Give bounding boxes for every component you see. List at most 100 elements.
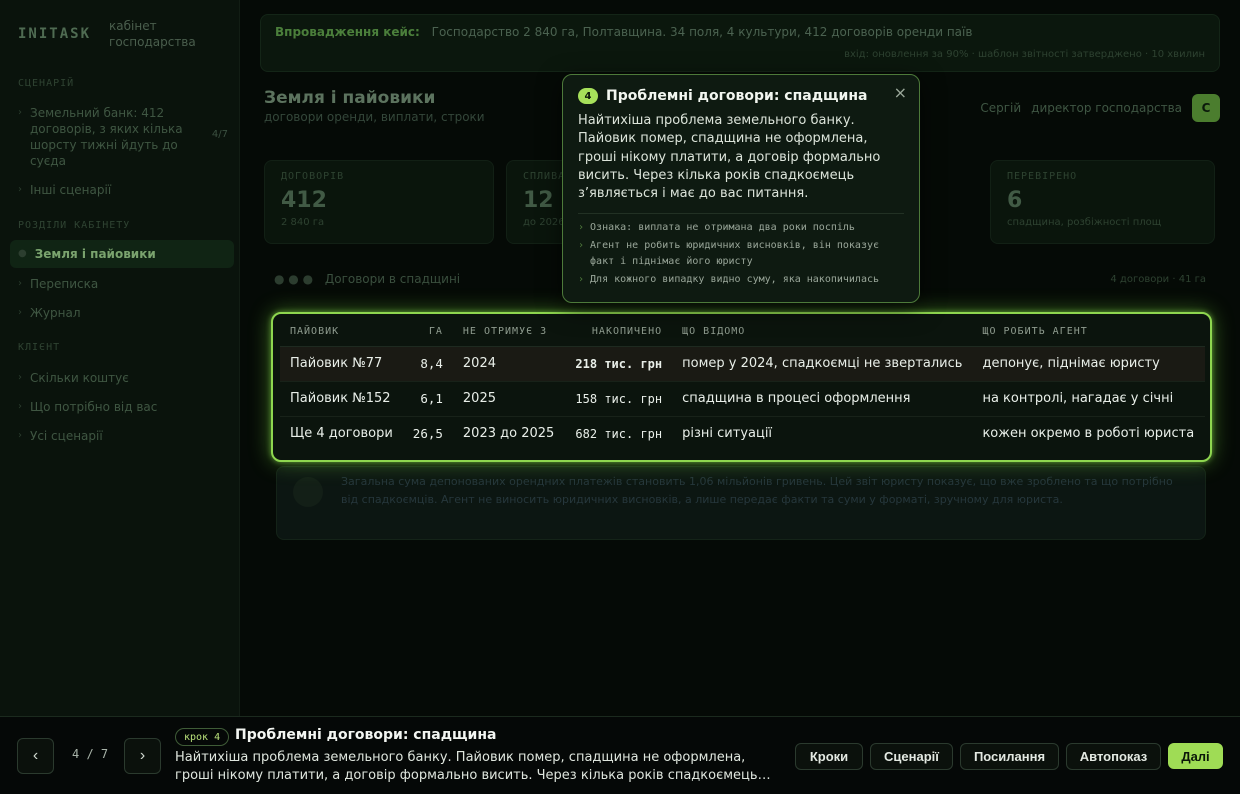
user-role: директор господарства bbox=[1031, 101, 1182, 115]
chevron-right-icon: › bbox=[18, 372, 22, 383]
cell-owner: Пайовик №77 bbox=[280, 346, 403, 382]
popover-bullet: › Ознака: виплата не отримана два роки п… bbox=[578, 220, 904, 236]
cell-ha: 6,1 bbox=[402, 381, 453, 417]
autoplay-button[interactable]: Автопоказ bbox=[1066, 743, 1161, 770]
cell-since: 2023 до 2025 bbox=[462, 426, 555, 442]
cell-ha: 26,5 bbox=[412, 426, 443, 442]
next-step-arrow-button[interactable]: › bbox=[124, 738, 161, 774]
logo: INITASK bbox=[18, 26, 92, 42]
stat-value: 412 bbox=[281, 188, 327, 213]
table-row[interactable]: Пайовик №152 6,1 2025 158 тис. грн спадщ… bbox=[280, 381, 1205, 417]
cell-accumulated: 218 тис. грн bbox=[564, 346, 673, 382]
cell-agent: на контролі, нагадає у січні bbox=[972, 381, 1205, 417]
chevron-right-icon: › bbox=[18, 401, 22, 412]
case-banner: Впровадження кейс: Господарство 2 840 га… bbox=[260, 14, 1220, 72]
stat-card-contracts: ДОГОВОРІВ 412 2 840 га bbox=[264, 160, 494, 244]
inheritance-contracts-table: ПАЙОВИК ГА НЕ ОТРИМУЄ З НАКОПИЧЕНО ЩО ВІ… bbox=[280, 318, 1205, 451]
cell-ha: 8,4 bbox=[402, 346, 453, 382]
sidebar-item-current-scenario[interactable]: › Земельний банк: 412 договорів, з яких … bbox=[18, 105, 228, 169]
popover-text: Найтихіша проблема земельного банку. Пай… bbox=[578, 113, 881, 202]
cell-owner: Пайовик №152 bbox=[280, 381, 403, 417]
cell-known: помер у 2024, спадкоємці не звертались bbox=[672, 346, 973, 382]
sidebar-item-label: Скільки коштує bbox=[30, 371, 129, 385]
chevron-right-icon: › bbox=[18, 107, 22, 118]
step-pill: крок 4 bbox=[175, 728, 230, 746]
table-row[interactable]: Ще 4 договори 26,5 2023 до 2025 682 тис.… bbox=[280, 416, 1205, 451]
stat-note: спадщина, розбіжності площ bbox=[1007, 217, 1162, 228]
column-header-agent: ЩО РОБИТЬ АГЕНТ bbox=[972, 318, 1205, 347]
column-header-known: ЩО ВІДОМО bbox=[672, 318, 973, 347]
popover-bullet: › Для кожного випадку видно суму, яка на… bbox=[578, 272, 904, 288]
sidebar-item-correspondence[interactable]: › Переписка bbox=[18, 276, 228, 292]
user-menu[interactable]: Сергій директор господарства С bbox=[980, 94, 1220, 122]
cell-known: спадщина в процесі оформлення bbox=[672, 381, 973, 417]
next-button[interactable]: Далі bbox=[1168, 743, 1223, 769]
steps-button[interactable]: Кроки bbox=[795, 743, 863, 770]
stat-value: 6 bbox=[1007, 188, 1023, 213]
stat-card-checked: ПЕРЕВІРЕНО 6 спадщина, розбіжності площ bbox=[990, 160, 1215, 244]
breadcrumb-label: Договори в спадщині bbox=[324, 272, 461, 286]
chevron-right-icon: › bbox=[578, 240, 585, 252]
tour-popover: 4 Проблемні договори: спадщина × Найтихі… bbox=[562, 74, 920, 303]
scenario-progress-badge: 4/7 bbox=[211, 129, 228, 140]
cell-agent: кожен окремо в роботі юриста bbox=[982, 426, 1195, 442]
bullet-text: Агент не робить юридичних висновків, він… bbox=[590, 240, 880, 268]
popover-bullet: › Агент не робить юридичних висновків, в… bbox=[578, 238, 904, 270]
chevron-right-icon: › bbox=[578, 274, 585, 286]
breadcrumb-dots: ● ● ● bbox=[274, 272, 314, 286]
sidebar-item-all-scenarios[interactable]: › Усі сценарії bbox=[18, 428, 228, 444]
step-counter: 4 / 7 bbox=[72, 747, 109, 761]
stat-label: ПЕРЕВІРЕНО bbox=[1007, 171, 1078, 182]
sidebar-item-label: Земля і пайовики bbox=[34, 247, 156, 261]
avatar[interactable]: С bbox=[1192, 94, 1220, 122]
sidebar-item-label: Земельний банк: 412 договорів, з яких кі… bbox=[30, 106, 183, 168]
banner-sub: вхід: оновлення за 90% · шаблон звітност… bbox=[844, 49, 1205, 60]
column-header-owner: ПАЙОВИК bbox=[280, 318, 403, 347]
breadcrumb-summary: 4 договори · 41 га bbox=[1110, 274, 1206, 285]
sidebar-section-sections: РОЗДІЛИ КАБІНЕТУ bbox=[18, 220, 131, 231]
chevron-right-icon: › bbox=[18, 278, 22, 289]
stat-note: 2 840 га bbox=[281, 217, 325, 228]
sidebar-item-label: Переписка bbox=[30, 277, 99, 291]
cell-accumulated: 158 тис. грн bbox=[564, 381, 673, 417]
sidebar-item-requirements[interactable]: › Що потрібно від вас bbox=[18, 399, 228, 415]
chevron-right-icon: › bbox=[578, 222, 585, 234]
note-text: Загальна сума депонованих орендних плате… bbox=[341, 475, 1173, 506]
page-subtitle: договори оренди, виплати, строки bbox=[264, 110, 485, 124]
sidebar-item-pricing[interactable]: › Скільки коштує bbox=[18, 370, 228, 386]
banner-text: Господарство 2 840 га, Полтавщина. 34 по… bbox=[431, 25, 973, 39]
note-card: Загальна сума депонованих орендних плате… bbox=[276, 466, 1206, 540]
stat-label: ДОГОВОРІВ bbox=[281, 171, 345, 182]
cell-accumulated: 682 тис. грн bbox=[575, 426, 663, 441]
dot-icon: ● bbox=[18, 248, 27, 259]
scenarios-button[interactable]: Сценарії bbox=[870, 743, 953, 770]
sidebar-item-other-scenarios[interactable]: › Інші сценарії bbox=[18, 182, 228, 198]
page-title: Земля і пайовики bbox=[264, 88, 436, 108]
sidebar-item-journal[interactable]: › Журнал bbox=[18, 305, 228, 321]
sidebar-item-land[interactable]: ● Земля і пайовики bbox=[10, 240, 234, 268]
cell-agent: депонує, піднімає юристу bbox=[972, 346, 1205, 382]
column-header-ha: ГА bbox=[402, 318, 453, 347]
table-row[interactable]: Пайовик №77 8,4 2024 218 тис. грн помер … bbox=[280, 346, 1205, 382]
cell-known: різні ситуації bbox=[682, 426, 773, 442]
cell-since: 2025 bbox=[452, 381, 565, 417]
cell-since: 2024 bbox=[452, 346, 565, 382]
bullet-text: Ознака: виплата не отримана два роки пос… bbox=[590, 222, 855, 234]
info-icon bbox=[293, 477, 323, 507]
column-header-since: НЕ ОТРИМУЄ З bbox=[452, 318, 565, 347]
chevron-right-icon: › bbox=[18, 430, 22, 441]
sidebar-item-label: Усі сценарії bbox=[30, 429, 103, 443]
links-button[interactable]: Посилання bbox=[960, 743, 1059, 770]
close-icon[interactable]: × bbox=[894, 83, 907, 102]
banner-label: Впровадження кейс: bbox=[275, 25, 420, 39]
brand: INITASK кабінет господарства bbox=[18, 18, 209, 50]
spotlight-table-panel: ПАЙОВИК ГА НЕ ОТРИМУЄ З НАКОПИЧЕНО ЩО ВІ… bbox=[271, 312, 1212, 462]
divider bbox=[578, 213, 904, 215]
popover-header: 4 Проблемні договори: спадщина bbox=[578, 88, 904, 104]
chevron-right-icon: › bbox=[18, 184, 22, 195]
brand-subtitle: кабінет господарства bbox=[109, 19, 196, 49]
previous-step-button[interactable]: ‹ bbox=[17, 738, 54, 774]
bullet-text: Для кожного випадку видно суму, яка нако… bbox=[590, 274, 880, 286]
table-header-row: ПАЙОВИК ГА НЕ ОТРИМУЄ З НАКОПИЧЕНО ЩО ВІ… bbox=[280, 318, 1205, 347]
user-name: Сергій bbox=[980, 101, 1022, 115]
